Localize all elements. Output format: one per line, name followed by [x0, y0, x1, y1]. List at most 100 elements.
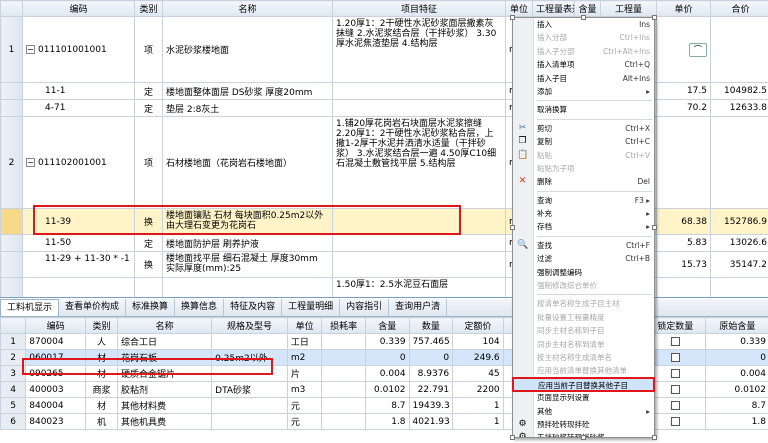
feature-cell[interactable] [332, 99, 506, 117]
name-cell[interactable]: 胶粘剂 [117, 381, 213, 398]
tab-quantity-details[interactable]: 工程量明细 [282, 299, 341, 316]
code-cell[interactable]: −011102001001 [22, 116, 135, 209]
spec-cell[interactable]: 0.25m2以外 [211, 349, 288, 366]
feature-cell[interactable] [332, 251, 506, 278]
menu-item-10[interactable]: ❐ 复制 Ctrl+C [513, 135, 654, 148]
type-cell[interactable]: 人 [84, 333, 119, 350]
feature-cell[interactable]: 1.铺20厚花岗岩石块面层水泥浆擦缝 2.20厚1：2干硬性水泥砂浆粘合层，上撒… [332, 116, 506, 209]
orig-content-cell[interactable]: 0.004 [704, 365, 768, 382]
quota-price-cell[interactable]: 2200 [452, 381, 504, 398]
unit-cell[interactable]: m3 [286, 381, 323, 398]
quota-price-cell[interactable]: 249.6 [452, 349, 504, 366]
menu-item-19[interactable]: 🔍 查找 Ctrl+F [513, 239, 654, 252]
loss-rate-cell[interactable] [321, 413, 366, 430]
menu-item-16[interactable]: 补充 ▸ [513, 207, 654, 220]
header-code[interactable]: 编码 [22, 0, 135, 17]
tab-unit-price-composition[interactable]: 查看单价构成 [59, 299, 127, 316]
name-cell[interactable]: 楼地面找平层 细石混凝土 厚度30mm 实际厚度(mm):25 [162, 251, 333, 278]
unit-cell[interactable]: 元 [286, 413, 323, 430]
name-cell[interactable]: 楼地面整体面层 DS砂浆 厚度20mm [162, 82, 333, 100]
resize-handle[interactable] [652, 225, 657, 230]
header-quota-price[interactable]: 定额价 [452, 317, 504, 334]
feature-cell[interactable]: 1.20厚1：2干硬性水泥砂浆面层撒素灰抹缝 2.水泥浆结合层（干拌砂浆） 3.… [332, 16, 506, 83]
tab-standard-conversion[interactable]: 标准换算 [126, 299, 176, 316]
menu-item-0[interactable]: 插入 Ins [513, 18, 654, 31]
code-cell[interactable]: 400003 [25, 381, 86, 398]
code-cell[interactable]: 090265 [25, 365, 86, 382]
resize-handle[interactable] [510, 15, 515, 20]
collapse-icon[interactable]: − [26, 44, 35, 54]
header-name[interactable]: 名称 [117, 317, 213, 334]
code-cell[interactable]: −011101001001 [22, 16, 135, 83]
menu-item-31[interactable]: 页面显示列设置 [513, 391, 654, 404]
loss-rate-cell[interactable] [321, 365, 366, 382]
tab-content-guide[interactable]: 内容指引 [340, 299, 390, 316]
tab-resource-display[interactable]: 工料机显示 [0, 299, 60, 316]
type-cell[interactable]: 材 [84, 397, 119, 414]
spec-cell[interactable] [211, 365, 288, 382]
header-feature[interactable]: 项目特征 [332, 0, 506, 17]
lock-checkbox[interactable] [670, 384, 680, 394]
name-cell[interactable]: 综合工日 [117, 333, 213, 350]
amount-cell[interactable]: 8.9376 [408, 365, 454, 382]
menu-item-3[interactable]: 插入清单项 Ctrl+Q [513, 58, 654, 71]
resize-handle[interactable] [652, 15, 657, 20]
loss-rate-cell[interactable] [321, 381, 366, 398]
content-cell[interactable]: 0 [364, 349, 410, 366]
lock-checkbox[interactable] [670, 352, 680, 362]
feature-cell[interactable] [332, 234, 506, 252]
type-cell[interactable]: 材 [84, 349, 119, 366]
lock-checkbox[interactable] [670, 416, 680, 426]
orig-content-cell[interactable]: 1.8 [704, 413, 768, 430]
menu-item-20[interactable]: 过滤 Ctrl+B [513, 252, 654, 265]
resize-handle[interactable] [652, 435, 657, 440]
content-cell[interactable]: 0.0102 [364, 381, 410, 398]
code-cell[interactable]: 11-39 [22, 208, 135, 235]
menu-item-15[interactable]: 查询 F3 ▸ [513, 194, 654, 207]
header-content[interactable]: 含量 [364, 317, 410, 334]
unit-cell[interactable]: 元 [286, 397, 323, 414]
feature-cell[interactable] [332, 82, 506, 100]
tab-conversion-info[interactable]: 换算信息 [175, 299, 225, 316]
amount-cell[interactable]: 22.791 [408, 381, 454, 398]
resize-handle[interactable] [510, 435, 515, 440]
header-content[interactable]: 含量 [574, 0, 601, 17]
code-cell[interactable]: 11-50 [22, 234, 135, 252]
menu-item-9[interactable]: ✂ 剪切 Ctrl+X [513, 122, 654, 135]
header-type[interactable]: 类别 [134, 0, 163, 17]
collapse-icon[interactable]: − [26, 157, 35, 167]
menu-item-33[interactable]: ⚙ 预拌砼转现拌砼 [513, 418, 654, 431]
lock-checkbox[interactable] [670, 336, 680, 346]
lock-checkbox[interactable] [670, 368, 680, 378]
header-quantity[interactable]: 工程量 [600, 0, 657, 17]
loss-rate-cell[interactable] [321, 397, 366, 414]
content-cell[interactable]: 8.7 [364, 397, 410, 414]
name-cell[interactable]: 楼地面镶贴 石材 每块面积0.25m2以外由大理石变更为花岗石 [162, 208, 333, 235]
code-cell[interactable]: 4-71 [22, 99, 135, 117]
menu-item-7[interactable]: 取消换算 [513, 103, 654, 116]
code-cell[interactable]: 840023 [25, 413, 86, 430]
spec-cell[interactable] [211, 413, 288, 430]
orig-content-cell[interactable]: 0.339 [704, 333, 768, 350]
unit-cell[interactable]: 工日 [286, 333, 323, 350]
name-cell[interactable]: 水泥砂浆楼地面 [162, 16, 333, 83]
code-cell[interactable] [22, 277, 135, 297]
header-spec[interactable]: 规格及型号 [211, 317, 288, 334]
name-cell[interactable]: 其他机具费 [117, 413, 213, 430]
menu-item-13[interactable]: ✕ 删除 Del [513, 175, 654, 188]
resize-handle[interactable] [510, 225, 515, 230]
name-cell[interactable]: 其他材料费 [117, 397, 213, 414]
type-cell[interactable]: 材 [84, 365, 119, 382]
header-type[interactable]: 类别 [84, 317, 119, 334]
header-price[interactable]: 单价 [656, 0, 711, 17]
header-name[interactable]: 名称 [162, 0, 333, 17]
unit-cell[interactable]: 片 [286, 365, 323, 382]
type-cell[interactable]: 机 [84, 413, 119, 430]
quota-price-cell[interactable]: 45 [452, 365, 504, 382]
orig-content-cell[interactable]: 0 [704, 349, 768, 366]
name-cell[interactable]: 石材楼地面（花岗岩石楼地面） [162, 116, 333, 209]
resize-handle[interactable] [581, 435, 586, 440]
content-cell[interactable]: 1.8 [364, 413, 410, 430]
header-code[interactable]: 编码 [25, 317, 86, 334]
amount-cell[interactable]: 4021.93 [408, 413, 454, 430]
